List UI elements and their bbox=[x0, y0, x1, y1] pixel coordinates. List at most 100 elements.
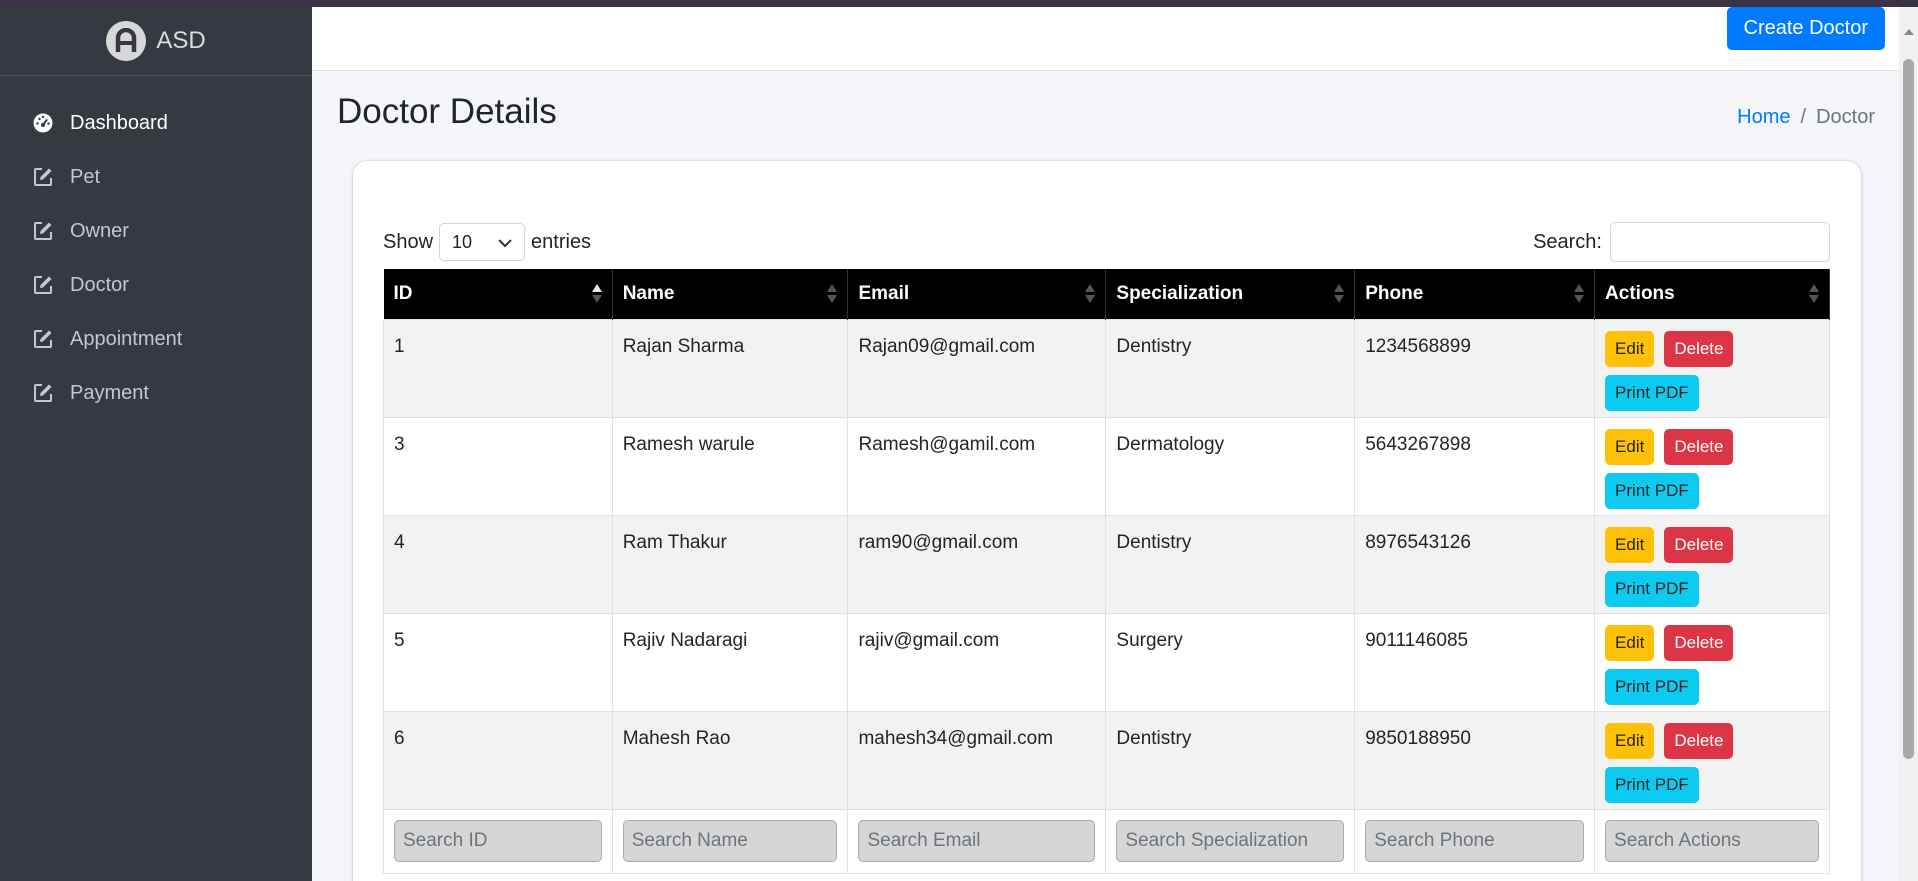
cell-phone: 5643267898 bbox=[1354, 416, 1596, 516]
filter-actions-input[interactable] bbox=[1605, 819, 1819, 862]
sidebar-item-label: Pet bbox=[70, 165, 101, 188]
sidebar-item-dashboard[interactable]: Dashboard bbox=[0, 96, 312, 150]
filter-specialization-input[interactable] bbox=[1116, 819, 1345, 862]
cell-specialization: Dentistry bbox=[1105, 514, 1356, 614]
cell-phone: 1234568899 bbox=[1354, 318, 1596, 418]
delete-button[interactable]: Delete bbox=[1664, 428, 1734, 465]
scroll-up-arrow-icon[interactable] bbox=[1904, 29, 1914, 35]
edit-button[interactable]: Edit bbox=[1605, 526, 1655, 563]
brand[interactable]: ASD bbox=[0, 7, 312, 76]
cell-id: 1 bbox=[383, 318, 613, 418]
sidebar-item-label: Doctor bbox=[70, 273, 129, 296]
cell-actions: Edit Delete Print PDF bbox=[1594, 514, 1830, 614]
cell-actions: Edit Delete Print PDF bbox=[1594, 416, 1830, 516]
column-header-specialization[interactable]: Specialization bbox=[1105, 269, 1356, 319]
cell-phone: 9850188950 bbox=[1354, 710, 1596, 810]
edit-button[interactable]: Edit bbox=[1605, 722, 1655, 759]
breadcrumb-current: Doctor bbox=[1816, 106, 1875, 128]
breadcrumb-home-link[interactable]: Home bbox=[1737, 106, 1790, 129]
edit-icon bbox=[32, 220, 54, 242]
cell-id: 4 bbox=[383, 514, 613, 614]
sidebar-item-pet[interactable]: Pet bbox=[0, 150, 312, 204]
print-pdf-button[interactable]: Print PDF bbox=[1605, 668, 1699, 705]
filter-email-input[interactable] bbox=[858, 819, 1096, 862]
sidebar-item-owner[interactable]: Owner bbox=[0, 204, 312, 258]
search-input[interactable] bbox=[1610, 222, 1830, 262]
sidebar-item-label: Payment bbox=[70, 381, 149, 404]
column-header-actions[interactable]: Actions bbox=[1594, 269, 1830, 319]
filter-id-input[interactable] bbox=[394, 819, 602, 862]
sort-icon bbox=[1809, 284, 1819, 304]
sort-icon bbox=[591, 284, 602, 304]
chevron-down-icon bbox=[498, 232, 512, 253]
sort-icon bbox=[1334, 284, 1345, 304]
cell-actions: Edit Delete Print PDF bbox=[1594, 710, 1830, 810]
print-pdf-button[interactable]: Print PDF bbox=[1605, 570, 1699, 607]
delete-button[interactable]: Delete bbox=[1664, 624, 1734, 661]
top-header: Create Doctor bbox=[312, 7, 1899, 71]
filter-phone-input[interactable] bbox=[1365, 819, 1585, 862]
cell-name: Mahesh Rao bbox=[611, 710, 849, 810]
filter-cell bbox=[611, 808, 849, 874]
cell-name: Rajan Sharma bbox=[611, 318, 849, 418]
edit-button[interactable]: Edit bbox=[1605, 330, 1655, 367]
cell-phone: 9011146085 bbox=[1354, 612, 1596, 712]
print-pdf-button[interactable]: Print PDF bbox=[1605, 472, 1699, 509]
table-row: 4 Ram Thakur ram90@gmail.com Dentistry 8… bbox=[383, 514, 1830, 614]
cell-id: 3 bbox=[383, 416, 613, 516]
cell-specialization: Dermatology bbox=[1105, 416, 1356, 516]
cell-email: mahesh34@gmail.com bbox=[847, 710, 1107, 810]
edit-icon bbox=[32, 382, 54, 404]
sidebar: ASD Dashboard Pet Owner Doctor Appointme… bbox=[0, 0, 312, 881]
cell-email: rajiv@gmail.com bbox=[847, 612, 1107, 712]
page-scrollbar[interactable] bbox=[1899, 7, 1918, 881]
filter-cell bbox=[1594, 808, 1830, 874]
print-pdf-button[interactable]: Print PDF bbox=[1605, 766, 1699, 803]
sidebar-item-appointment[interactable]: Appointment bbox=[0, 312, 312, 366]
filter-cell bbox=[383, 808, 613, 874]
column-header-phone[interactable]: Phone bbox=[1354, 269, 1596, 319]
cell-actions: Edit Delete Print PDF bbox=[1594, 318, 1830, 418]
table-header-row: ID Name Email Specialization Phone Actio… bbox=[383, 269, 1830, 319]
edit-icon bbox=[32, 166, 54, 188]
brand-name: ASD bbox=[156, 27, 206, 54]
cell-specialization: Dentistry bbox=[1105, 318, 1356, 418]
cell-name: Ram Thakur bbox=[611, 514, 849, 614]
cell-email: Rajan09@gmail.com bbox=[847, 318, 1107, 418]
cell-actions: Edit Delete Print PDF bbox=[1594, 612, 1830, 712]
table-row: 1 Rajan Sharma Rajan09@gmail.com Dentist… bbox=[383, 318, 1830, 418]
length-control: Show 10 entries bbox=[383, 222, 591, 262]
entries-length-select[interactable]: 10 bbox=[439, 223, 526, 261]
sidebar-item-doctor[interactable]: Doctor bbox=[0, 258, 312, 312]
edit-icon bbox=[32, 274, 54, 296]
cell-phone: 8976543126 bbox=[1354, 514, 1596, 614]
create-doctor-button[interactable]: Create Doctor bbox=[1726, 7, 1885, 50]
sidebar-item-label: Appointment bbox=[70, 327, 183, 350]
table-row: 6 Mahesh Rao mahesh34@gmail.com Dentistr… bbox=[383, 710, 1830, 810]
column-header-email[interactable]: Email bbox=[847, 269, 1107, 319]
window-top-strip bbox=[0, 0, 1918, 7]
sort-icon bbox=[1085, 284, 1096, 304]
sidebar-item-label: Dashboard bbox=[70, 111, 168, 134]
delete-button[interactable]: Delete bbox=[1664, 330, 1734, 367]
filter-cell bbox=[1354, 808, 1596, 874]
delete-button[interactable]: Delete bbox=[1664, 722, 1734, 759]
edit-icon bbox=[32, 328, 54, 350]
column-header-name[interactable]: Name bbox=[612, 269, 849, 319]
sort-icon bbox=[1574, 284, 1585, 304]
column-header-id[interactable]: ID bbox=[383, 269, 613, 319]
filter-name-input[interactable] bbox=[622, 819, 838, 862]
edit-button[interactable]: Edit bbox=[1605, 624, 1655, 661]
cell-name: Rajiv Nadaragi bbox=[611, 612, 849, 712]
delete-button[interactable]: Delete bbox=[1664, 526, 1734, 563]
doctor-table: ID Name Email Specialization Phone Actio… bbox=[383, 269, 1830, 874]
brand-logo-icon bbox=[106, 21, 147, 61]
edit-button[interactable]: Edit bbox=[1605, 428, 1655, 465]
scroll-thumb[interactable] bbox=[1903, 59, 1914, 759]
breadcrumb-separator: / bbox=[1800, 106, 1807, 128]
breadcrumb: Home / Doctor bbox=[1737, 106, 1875, 129]
sidebar-item-payment[interactable]: Payment bbox=[0, 366, 312, 420]
search-label: Search: bbox=[1533, 230, 1602, 253]
print-pdf-button[interactable]: Print PDF bbox=[1605, 374, 1699, 411]
sort-icon bbox=[827, 284, 838, 304]
